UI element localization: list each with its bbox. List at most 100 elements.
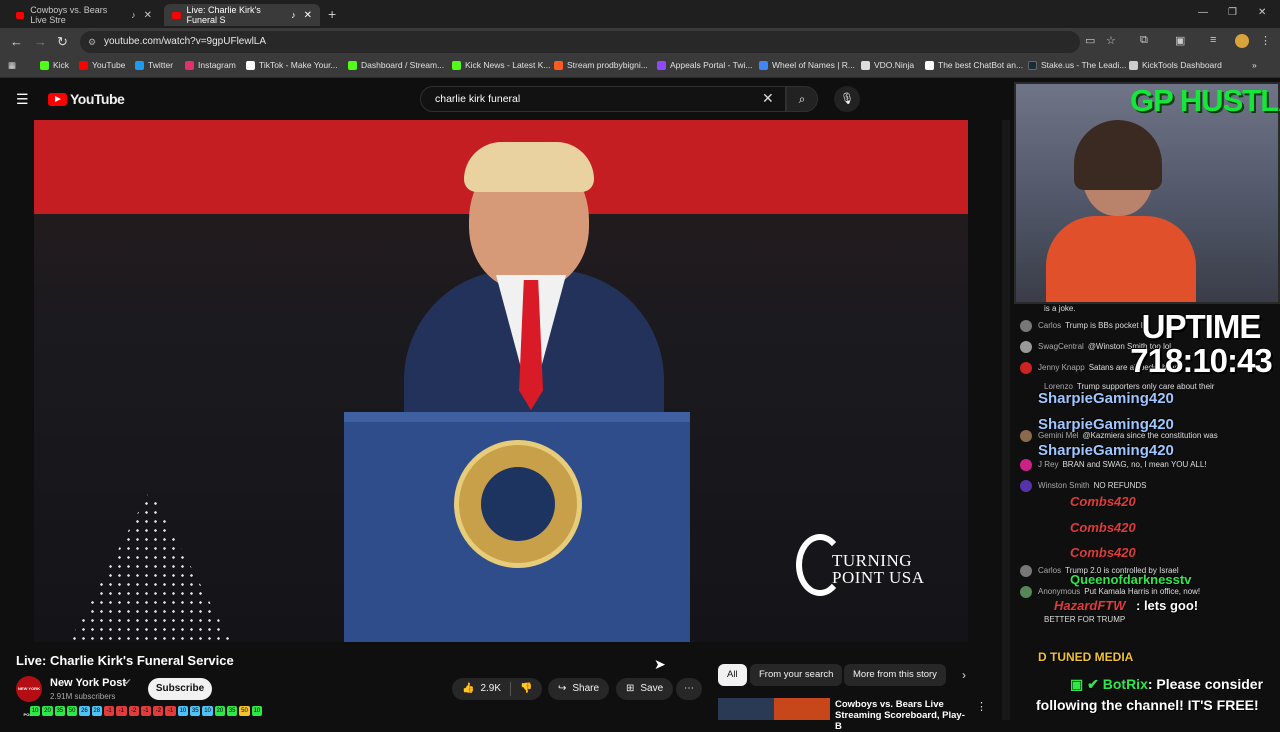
chat-avatar [1020,565,1032,577]
browser-tab-active[interactable]: Live: Charlie Kirk's Funeral S ♪ ✕ [164,4,320,26]
vdo-ninja-icon [861,60,870,70]
search-input[interactable]: charlie kirk funeral [420,86,786,112]
verified-icon: ✔ [124,677,132,687]
youtube-favicon-icon [16,11,25,19]
maximize-icon[interactable]: ❐ [1228,7,1237,18]
youtube-play-icon [48,92,67,106]
bookmark-youtube[interactable]: YouTube [79,60,125,70]
bookmark-chatbot[interactable]: The best ChatBot an... [925,60,1023,70]
subscribe-button[interactable]: Subscribe [148,678,212,700]
browser-tab[interactable]: Cowboys vs. Bears Live Stre ♪ ✕ [8,4,160,26]
close-tab-icon[interactable]: ✕ [144,10,152,21]
back-icon[interactable]: ← [10,34,23,49]
voice-search-icon[interactable]: 🎙 [834,86,860,112]
bookmark-instagram[interactable]: Instagram [185,60,236,70]
more-actions-icon[interactable]: ⋯ [676,678,702,700]
bookmark-stream[interactable]: Stream prodbybigni... [554,60,648,70]
stake-icon [1028,60,1037,70]
streamer-webcam [1046,120,1196,302]
bookmark-kicktools[interactable]: KickTools Dashboard [1129,60,1222,70]
minimize-icon[interactable]: — [1198,7,1208,18]
chat-avatar [1020,362,1032,374]
channel-avatar[interactable]: NEW YORK POST [16,676,42,717]
chat-avatar [1020,480,1032,492]
hamburger-menu-icon[interactable]: ☰ [16,91,29,108]
twitch-icon [657,60,666,70]
more-icon[interactable]: ⋮ [1260,34,1271,47]
recommendation-thumbnail[interactable] [718,698,830,720]
like-icon[interactable]: 👍 [462,683,474,694]
overlay-chat-user: SharpieGaming420 [1038,442,1174,459]
more-bookmarks-icon[interactable]: » [1252,60,1257,70]
kick-icon: ▣ ✔ [1070,676,1103,692]
youtube-logo[interactable]: YouTube [48,91,125,107]
bookmark-stake[interactable]: Stake.us - The Leadi... [1028,60,1126,70]
share-button[interactable]: ↪ Share [548,678,610,700]
chatbot-icon [925,60,934,70]
chip-more-from-this-story[interactable]: More from this story [844,664,946,686]
chat-avatar [1020,459,1032,471]
botrix-message-line2: following the channel! IT'S FREE! [1036,697,1259,713]
speaker-icon[interactable]: ♪ [291,10,296,20]
kick-icon [348,60,357,70]
overlay-chat-user-red: Combs420 [1070,494,1136,509]
chat-message: J Rey BRAN and SWAG, no, I mean YOU ALL! [1020,459,1207,471]
clear-search-icon[interactable]: ✕ [762,90,774,107]
close-window-icon[interactable]: ✕ [1258,7,1266,18]
bookmark-dashboard[interactable]: Dashboard / Stream... [348,60,444,70]
like-dislike-group: 👍 2.9K 👎 [452,678,542,700]
twitter-icon [135,60,144,70]
menu-icon[interactable]: ≡ [1210,34,1216,46]
page-scrollbar[interactable] [1002,120,1010,720]
channel-name[interactable]: New York Post [50,677,126,689]
overlay-chat-text: : lets goo! [1136,598,1199,613]
bookmark-vdo-ninja[interactable]: VDO.Ninja [861,60,914,70]
save-button[interactable]: ⊞ Save [616,678,674,700]
bookmark-star-icon[interactable]: ☆ [1106,34,1116,47]
chevron-right-icon[interactable]: › [962,668,966,682]
address-bar[interactable]: ⚙ youtube.com/watch?v=9gpUFlewlLA [80,31,1080,53]
like-divider [510,682,511,696]
kick-icon [452,60,461,70]
site-info-icon[interactable]: ⚙ [88,31,96,53]
bookmark-kick-news[interactable]: Kick News - Latest K... [452,60,551,70]
chat-avatar [1020,341,1032,353]
sidebar-icon[interactable]: ▣ [1175,34,1185,47]
instagram-icon [185,60,194,70]
extensions-icon[interactable]: ⧉ [1140,34,1148,47]
chip-all[interactable]: All [718,664,747,686]
recommendation-title[interactable]: Cowboys vs. Bears Live Streaming Scorebo… [835,699,965,732]
chat-avatar [1020,430,1032,442]
youtube-icon [79,60,88,70]
bits-badge-row: 10 20 35 50 26 28 -1 -1 -2 -1 -2 -1 10 3… [30,706,262,716]
bookmark-wheel[interactable]: Wheel of Names | R... [759,60,855,70]
chat-message: is a joke. [1044,304,1076,313]
url-text: youtube.com/watch?v=9gpUFlewlLA [104,36,267,47]
dislike-icon[interactable]: 👎 [520,678,532,700]
recommendation-more-icon[interactable]: ⋮ [976,700,987,713]
share-icon: ↪ [558,683,567,694]
cast-icon[interactable]: ▭ [1085,34,1095,47]
overlay-chat-user-green: Queenofdarknesstv [1070,572,1192,587]
chat-message: Winston Smith NO REFUNDS [1020,480,1146,492]
bookmark-twitter[interactable]: Twitter [135,60,173,70]
chip-from-your-search[interactable]: From your search [750,664,843,686]
subscriber-count: 2.91M subscribers [50,692,116,701]
save-icon: ⊞ [626,683,635,694]
close-tab-icon[interactable]: ✕ [304,10,312,21]
chat-message: Anonymous Put Kamala Harris in office, no… [1020,586,1200,598]
overlay-chat-user-red: Combs420 [1070,545,1136,560]
bookmark-appeals[interactable]: Appeals Portal - Twi... [657,60,753,70]
forward-icon[interactable]: → [34,34,47,49]
bookmark-tiktok[interactable]: TikTok - Make Your... [246,60,338,70]
bookmark-kick[interactable]: Kick [40,60,69,70]
search-button[interactable]: ⌕ [786,86,818,112]
like-count[interactable]: 2.9K [480,683,501,694]
bookmarks-bar: ▦ Kick YouTube Twitter Instagram TikTok … [0,56,1280,78]
apps-icon[interactable]: ▦ [8,60,16,71]
speaker-icon[interactable]: ♪ [131,10,136,20]
profile-avatar[interactable] [1235,34,1249,48]
reload-icon[interactable]: ↻ [57,34,68,50]
browser-tab-strip: Cowboys vs. Bears Live Stre ♪ ✕ Live: Ch… [0,0,1280,28]
new-tab-icon[interactable]: + [328,6,336,22]
